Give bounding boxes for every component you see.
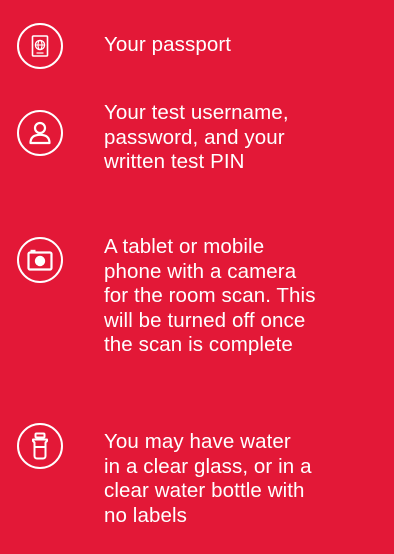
item-text: Your test username, password, and your w… [104,101,289,173]
water-bottle-icon [17,423,63,469]
user-icon [17,110,63,156]
item-text: Your passport [104,33,232,56]
camera-icon [17,237,63,283]
item-text: A tablet or mobile phone with a camera f… [104,235,316,356]
passport-icon [17,23,63,69]
item-text: You may have water in a clear glass, or … [104,430,312,527]
requirements-checklist: Your passport Your test username, passwo… [0,0,394,554]
